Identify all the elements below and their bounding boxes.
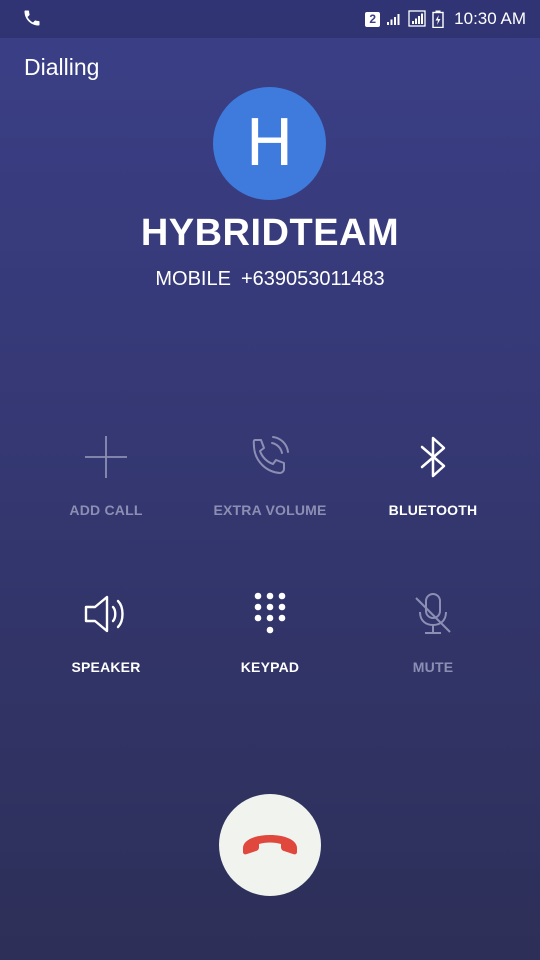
sim-badge: 2 — [365, 11, 381, 27]
keypad-label: KEYPAD — [240, 659, 300, 675]
add-call-label: ADD CALL — [69, 502, 143, 518]
plus-icon — [85, 436, 127, 478]
contact-name: HYBRIDTEAM — [140, 212, 400, 254]
mic-off-icon — [415, 593, 451, 634]
end-call-icon — [243, 835, 297, 855]
end-call-button[interactable] — [219, 794, 321, 896]
call-ongoing-icon — [24, 10, 40, 26]
avatar-letter: H — [245, 106, 294, 181]
speaker-label: SPEAKER — [71, 659, 141, 675]
mute-label: MUTE — [412, 659, 454, 675]
mute-button[interactable]: MUTE — [348, 589, 518, 675]
keypad-icon — [254, 592, 286, 634]
battery-charging-icon — [432, 10, 444, 28]
extra-volume-button[interactable]: EXTRA VOLUME — [185, 432, 355, 518]
speaker-icon — [84, 595, 124, 633]
add-call-button[interactable]: ADD CALL — [21, 432, 191, 518]
status-time: 10:30 AM — [454, 9, 526, 28]
phone-volume-icon — [252, 436, 289, 474]
keypad-button[interactable]: KEYPAD — [185, 589, 355, 675]
phone-number: +639053011483 — [240, 268, 385, 290]
number-type: MOBILE — [155, 268, 231, 290]
extra-volume-label: EXTRA VOLUME — [213, 502, 327, 518]
bluetooth-icon — [420, 436, 446, 478]
contact-number-row: MOBILE +639053011483 — [0, 268, 540, 291]
call-state-label: Dialling — [24, 54, 100, 80]
signal-icon — [387, 14, 400, 25]
speaker-button[interactable]: SPEAKER — [21, 589, 191, 675]
signal-icon — [408, 10, 426, 27]
status-icons: 2 10:30 AM — [365, 8, 526, 30]
avatar: H — [213, 87, 326, 200]
status-bar: 2 10:30 AM — [0, 0, 540, 38]
bluetooth-label: BLUETOOTH — [388, 502, 478, 518]
bluetooth-button[interactable]: BLUETOOTH — [348, 432, 518, 518]
